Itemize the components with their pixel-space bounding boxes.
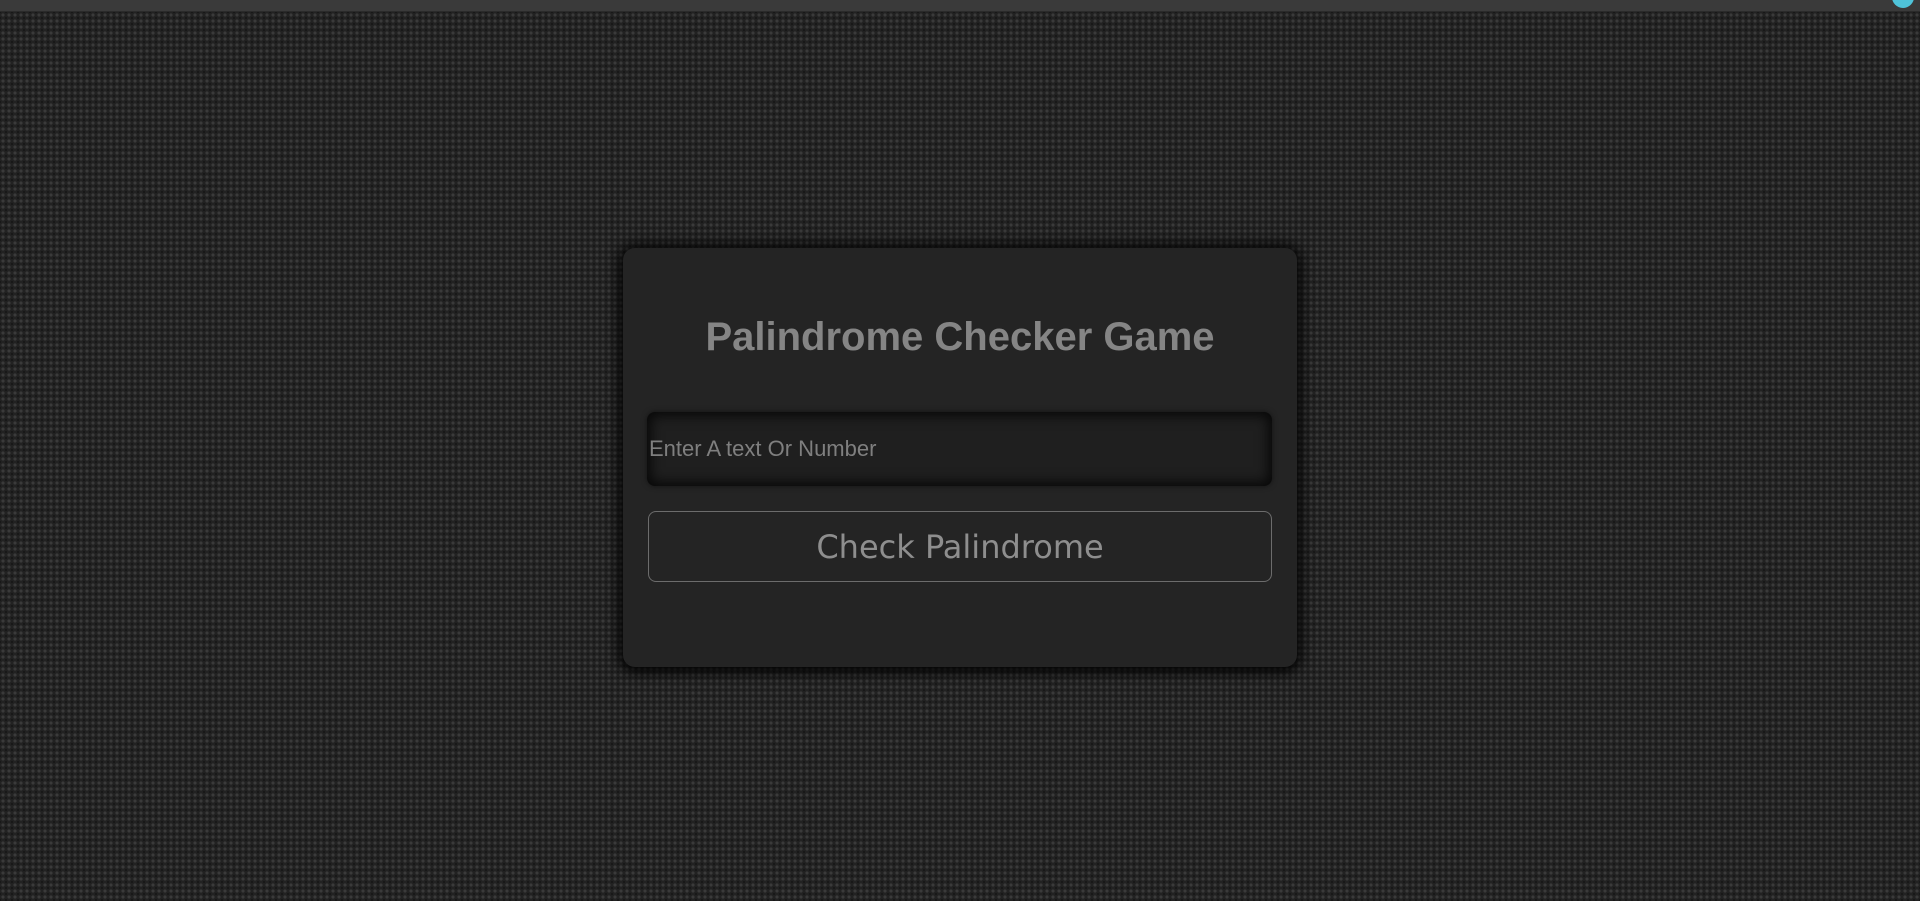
page-title: Palindrome Checker Game (705, 315, 1215, 359)
check-palindrome-button[interactable]: Check Palindrome (648, 511, 1272, 582)
palindrome-input[interactable] (647, 412, 1272, 486)
top-bar (0, 0, 1920, 12)
corner-indicator-icon (1892, 0, 1914, 8)
checker-card: Palindrome Checker Game Check Palindrome (623, 248, 1297, 667)
